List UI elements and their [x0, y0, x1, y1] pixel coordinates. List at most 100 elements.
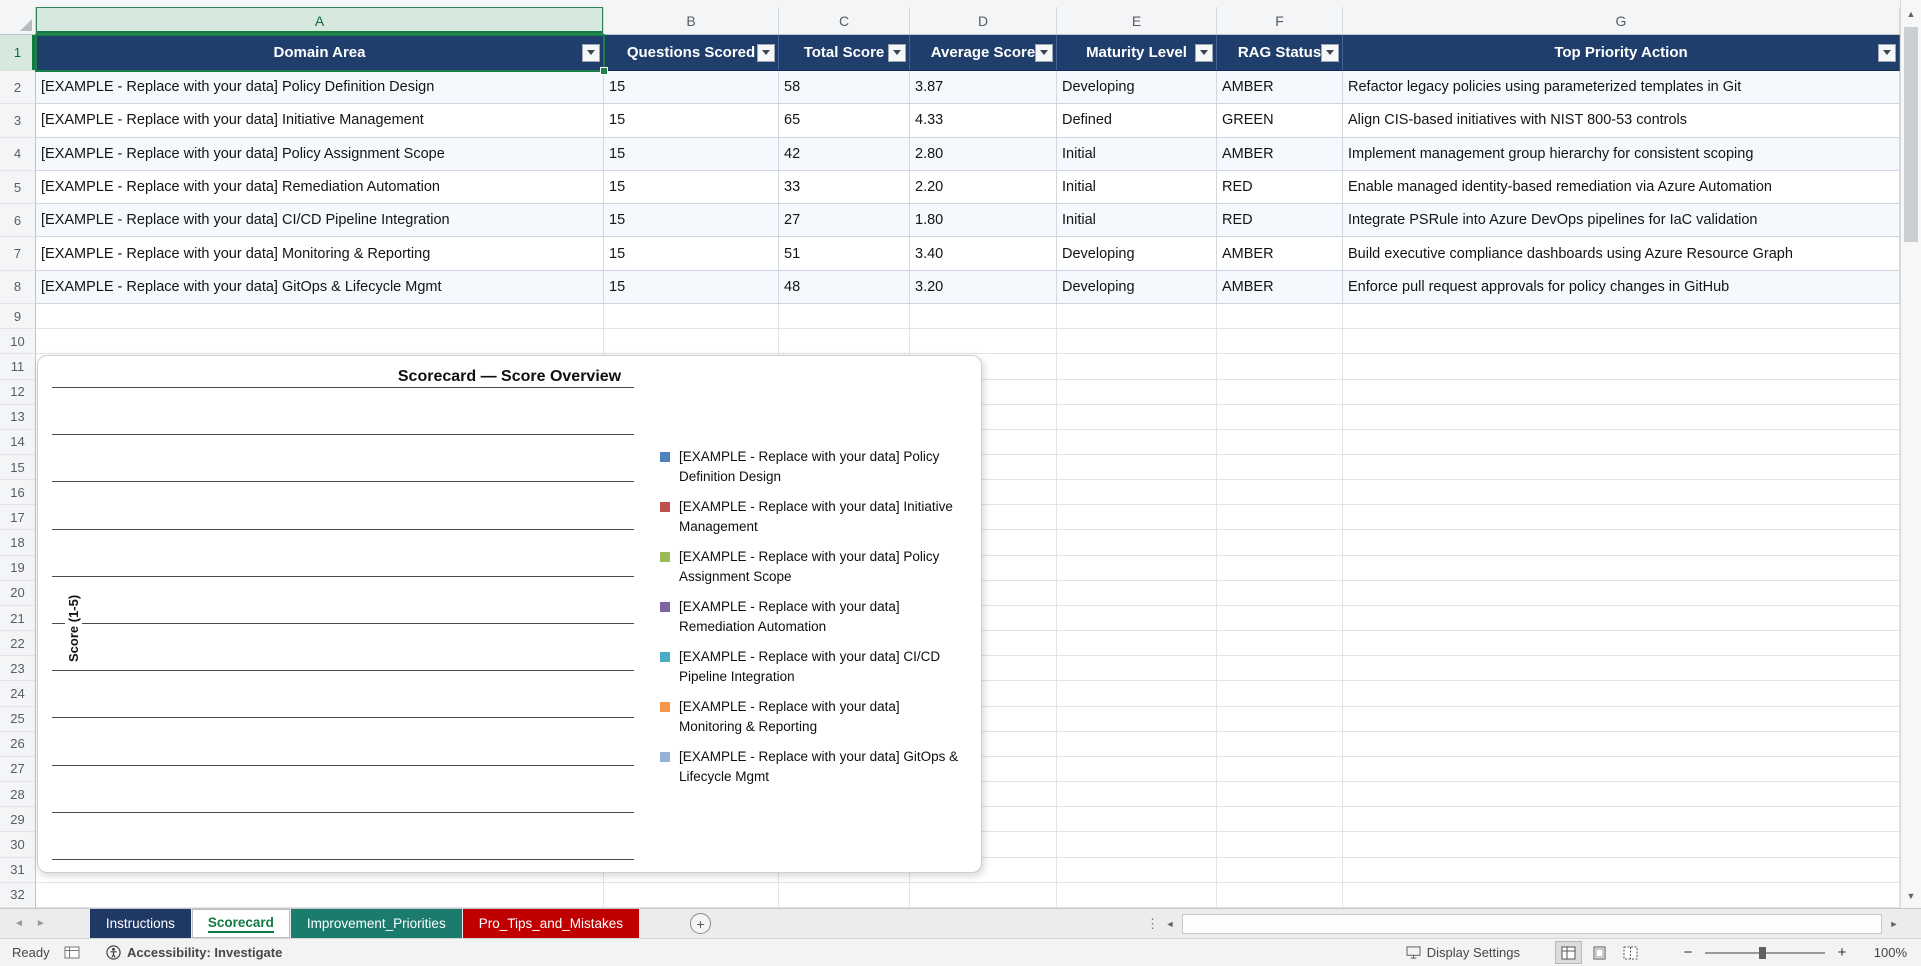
zoom-level[interactable]: 100% [1861, 945, 1907, 960]
row-header-24[interactable]: 24 [0, 681, 36, 707]
cell-A9[interactable] [36, 304, 604, 330]
column-header-F[interactable]: F [1217, 7, 1343, 34]
cell-E1[interactable]: Maturity Level [1057, 35, 1217, 71]
cell-C9[interactable] [779, 304, 910, 330]
cell-G11[interactable] [1343, 354, 1900, 380]
cell-G28[interactable] [1343, 782, 1900, 808]
embedded-chart[interactable]: Scorecard — Score Overview Score (1-5) [… [37, 355, 982, 873]
normal-view-icon[interactable] [1555, 941, 1582, 964]
zoom-slider-thumb[interactable] [1759, 946, 1766, 959]
cell-E14[interactable] [1057, 429, 1217, 456]
cell-E12[interactable] [1057, 379, 1217, 405]
scroll-down-icon[interactable]: ▼ [1901, 886, 1921, 906]
cell-E3[interactable]: Defined [1057, 104, 1217, 138]
cell-F10[interactable] [1217, 329, 1343, 355]
cell-G18[interactable] [1343, 530, 1900, 556]
scroll-right-icon[interactable]: ► [1884, 914, 1904, 934]
cell-G22[interactable] [1343, 631, 1900, 657]
cell-E25[interactable] [1057, 706, 1217, 732]
cell-E18[interactable] [1057, 530, 1217, 556]
row-header-15[interactable]: 15 [0, 455, 36, 481]
cell-D4[interactable]: 2.80 [910, 137, 1057, 171]
horizontal-scrollbar[interactable] [1182, 914, 1882, 934]
cell-E16[interactable] [1057, 480, 1217, 506]
row-header-2[interactable]: 2 [0, 71, 36, 105]
cell-F2[interactable]: AMBER [1217, 71, 1343, 105]
cell-F1[interactable]: RAG Status [1217, 35, 1343, 71]
cell-E24[interactable] [1057, 681, 1217, 707]
legend-entry[interactable]: [EXAMPLE - Replace with your data] Polic… [660, 447, 965, 487]
cell-G19[interactable] [1343, 555, 1900, 581]
cell-C7[interactable]: 51 [779, 237, 910, 271]
cell-E30[interactable] [1057, 832, 1217, 858]
legend-entry[interactable]: [EXAMPLE - Replace with your data] Initi… [660, 497, 965, 537]
cell-F14[interactable] [1217, 429, 1343, 456]
cell-F29[interactable] [1217, 807, 1343, 833]
sheet-tab-improvement-priorities[interactable]: Improvement_Priorities [290, 909, 462, 938]
row-header-6[interactable]: 6 [0, 204, 36, 238]
cell-E13[interactable] [1057, 404, 1217, 430]
cell-E29[interactable] [1057, 807, 1217, 833]
cell-G32[interactable] [1343, 882, 1900, 908]
cell-E9[interactable] [1057, 304, 1217, 330]
cell-F6[interactable]: RED [1217, 204, 1343, 238]
row-header-9[interactable]: 9 [0, 304, 36, 330]
row-header-22[interactable]: 22 [0, 631, 36, 657]
cell-F21[interactable] [1217, 605, 1343, 632]
cell-F24[interactable] [1217, 681, 1343, 707]
column-header-G[interactable]: G [1343, 7, 1900, 34]
cell-G24[interactable] [1343, 681, 1900, 707]
cell-G9[interactable] [1343, 304, 1900, 330]
horizontal-scroll-thumb[interactable] [1183, 915, 1881, 933]
sheet-tab-scorecard[interactable]: Scorecard [191, 909, 290, 938]
column-header-B[interactable]: B [604, 7, 779, 34]
cell-F11[interactable] [1217, 354, 1343, 380]
cell-E27[interactable] [1057, 756, 1217, 783]
cell-E4[interactable]: Initial [1057, 137, 1217, 171]
cell-G7[interactable]: Build executive compliance dashboards us… [1343, 237, 1900, 271]
column-header-E[interactable]: E [1057, 7, 1217, 34]
cell-A3[interactable]: [EXAMPLE - Replace with your data] Initi… [36, 104, 604, 138]
row-header-8[interactable]: 8 [0, 270, 36, 305]
row-header-13[interactable]: 13 [0, 404, 36, 430]
cell-G17[interactable] [1343, 505, 1900, 531]
zoom-in-button[interactable]: + [1833, 944, 1851, 961]
cell-A6[interactable]: [EXAMPLE - Replace with your data] CI/CD… [36, 204, 604, 238]
cell-E20[interactable] [1057, 580, 1217, 606]
row-header-10[interactable]: 10 [0, 329, 36, 355]
cell-F12[interactable] [1217, 379, 1343, 405]
cell-F32[interactable] [1217, 882, 1343, 908]
cell-G29[interactable] [1343, 807, 1900, 833]
cell-D10[interactable] [910, 329, 1057, 355]
cell-B8[interactable]: 15 [604, 270, 779, 305]
column-header-A[interactable]: A [36, 7, 604, 34]
row-header-21[interactable]: 21 [0, 605, 36, 632]
cell-F8[interactable]: AMBER [1217, 270, 1343, 305]
cell-A7[interactable]: [EXAMPLE - Replace with your data] Monit… [36, 237, 604, 271]
legend-entry[interactable]: [EXAMPLE - Replace with your data] GitOp… [660, 747, 965, 787]
cell-E6[interactable]: Initial [1057, 204, 1217, 238]
cell-G23[interactable] [1343, 656, 1900, 682]
cell-A4[interactable]: [EXAMPLE - Replace with your data] Polic… [36, 137, 604, 171]
cell-B3[interactable]: 15 [604, 104, 779, 138]
cell-G14[interactable] [1343, 429, 1900, 456]
zoom-out-button[interactable]: − [1679, 944, 1697, 961]
cell-F16[interactable] [1217, 480, 1343, 506]
cell-G25[interactable] [1343, 706, 1900, 732]
cell-G21[interactable] [1343, 605, 1900, 632]
zoom-slider[interactable] [1705, 946, 1825, 959]
cell-A8[interactable]: [EXAMPLE - Replace with your data] GitOp… [36, 270, 604, 305]
new-sheet-button[interactable]: + [690, 913, 712, 934]
cell-E23[interactable] [1057, 656, 1217, 682]
cell-C1[interactable]: Total Score [779, 35, 910, 71]
cell-B9[interactable] [604, 304, 779, 330]
cell-A32[interactable] [36, 882, 604, 908]
row-header-26[interactable]: 26 [0, 731, 36, 757]
row-header-32[interactable]: 32 [0, 882, 36, 908]
row-header-16[interactable]: 16 [0, 480, 36, 506]
filter-dropdown-icon[interactable] [582, 43, 600, 62]
cell-E28[interactable] [1057, 782, 1217, 808]
cell-B6[interactable]: 15 [604, 204, 779, 238]
cell-A5[interactable]: [EXAMPLE - Replace with your data] Remed… [36, 170, 604, 205]
column-header-D[interactable]: D [910, 7, 1057, 34]
